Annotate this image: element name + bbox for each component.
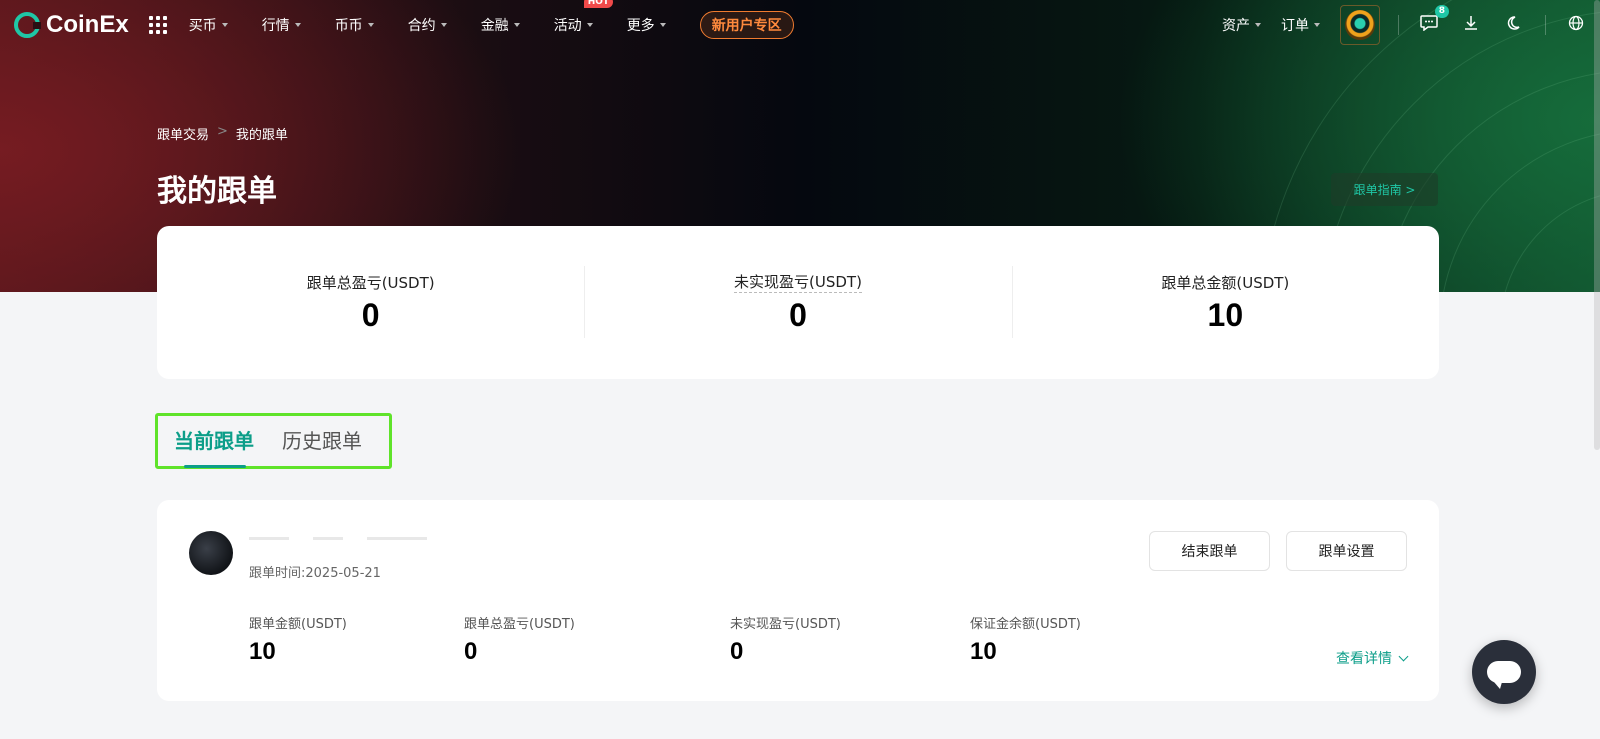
chevron-down-icon <box>1398 651 1409 661</box>
top-nav: CoinEx 买币 行情 币币 合约 金融 活动 HOT 更多 新用户专区 资产 … <box>0 0 1600 50</box>
menu-label: 活动 <box>553 18 582 34</box>
summary-label[interactable]: 未实现盈亏(USDT) <box>734 271 862 293</box>
menu-label: 金融 <box>480 18 509 34</box>
stat-copy-amount: 跟单金额(USDT) 10 <box>249 613 347 666</box>
end-copy-button[interactable]: 结束跟单 <box>1149 531 1270 571</box>
breadcrumb-my-copy-trading: 我的跟单 <box>235 128 288 143</box>
breadcrumb-separator: > <box>217 124 228 139</box>
page-scrollbar[interactable] <box>1594 0 1600 739</box>
view-details-link[interactable]: 查看详情 <box>1336 648 1409 668</box>
summary-value: 0 <box>789 297 807 333</box>
stat-label: 跟单金额(USDT) <box>249 617 347 632</box>
stat-unrealized-pnl: 未实现盈亏(USDT) 0 <box>730 613 841 666</box>
trader-avatar[interactable] <box>189 531 233 575</box>
stat-label: 跟单总盈亏(USDT) <box>464 617 575 632</box>
stat-margin-balance: 保证金余额(USDT) 10 <box>970 613 1081 666</box>
stat-label: 保证金余额(USDT) <box>970 617 1081 632</box>
moon-icon[interactable] <box>1503 15 1523 35</box>
menu-label: 更多 <box>626 18 655 34</box>
stat-value: 0 <box>730 638 744 665</box>
stat-total-pnl: 跟单总盈亏(USDT) 0 <box>464 613 575 666</box>
caret-down-icon <box>1255 23 1261 27</box>
globe-icon[interactable] <box>1566 15 1586 35</box>
menu-spot[interactable]: 币币 <box>335 15 374 35</box>
caret-down-icon <box>513 23 520 27</box>
summary-label: 跟单总盈亏(USDT) <box>306 273 435 292</box>
message-icon[interactable]: 8 <box>1419 5 1449 35</box>
caret-down-icon <box>367 23 374 27</box>
avatar <box>1345 10 1375 40</box>
stat-value: 10 <box>970 638 997 665</box>
menu-label: 买币 <box>188 18 217 34</box>
stat-label: 未实现盈亏(USDT) <box>730 617 841 632</box>
download-icon[interactable] <box>1461 15 1481 35</box>
summary-value: 10 <box>1207 296 1244 333</box>
order-tabs: 当前跟单 历史跟单 <box>155 413 392 469</box>
stat-value: 0 <box>464 638 478 665</box>
copy-start-time: 跟单时间:2025-05-21 <box>249 566 381 581</box>
caret-down-icon <box>440 23 447 27</box>
menu-label: 合约 <box>407 18 436 34</box>
summary-unrealized-pnl: 未实现盈亏(USDT) 0 <box>584 226 1011 379</box>
chat-bubble-icon <box>1487 661 1521 689</box>
caret-down-icon <box>294 23 301 27</box>
caret-down-icon <box>586 23 593 27</box>
menu-label: 行情 <box>261 18 290 34</box>
copy-trading-guide-link[interactable]: 跟单指南 > <box>1331 173 1438 206</box>
message-count-badge: 8 <box>1434 5 1449 18</box>
divider <box>1545 15 1546 35</box>
tab-history-copy-orders[interactable]: 历史跟单 <box>282 425 362 458</box>
apps-grid-icon[interactable] <box>148 16 167 34</box>
copy-settings-button[interactable]: 跟单设置 <box>1286 531 1407 571</box>
summary-label: 跟单总金额(USDT) <box>1161 273 1290 292</box>
coinex-logo[interactable]: CoinEx <box>14 11 129 39</box>
copy-order-card: 跟单时间:2025-05-21 结束跟单 跟单设置 跟单金额(USDT) 10 … <box>157 500 1439 701</box>
menu-futures[interactable]: 合约 <box>408 15 447 35</box>
support-chat-button[interactable] <box>1472 640 1536 704</box>
menu-finance[interactable]: 金融 <box>481 15 520 35</box>
page-title: 我的跟单 <box>157 174 277 209</box>
stat-value: 10 <box>249 638 276 665</box>
nav-right: 资产 订单 8 <box>1222 0 1586 50</box>
breadcrumb-copy-trading[interactable]: 跟单交易 <box>157 124 209 143</box>
menu-markets[interactable]: 行情 <box>262 15 301 35</box>
menu-more[interactable]: 更多 <box>627 15 666 35</box>
view-details-label: 查看详情 <box>1336 651 1392 667</box>
summary-total-amount: 跟单总金额(USDT) 10 <box>1011 226 1439 379</box>
coinex-logo-icon <box>14 12 41 38</box>
caret-down-icon <box>1314 23 1320 27</box>
breadcrumb: 跟单交易 > 我的跟单 <box>157 124 288 143</box>
main-menu: 买币 行情 币币 合约 金融 活动 HOT 更多 新用户专区 <box>189 0 794 39</box>
summary-total-pnl: 跟单总盈亏(USDT) 0 <box>157 226 584 379</box>
menu-assets[interactable]: 资产 <box>1222 15 1261 35</box>
trader-name-redacted <box>249 528 479 542</box>
menu-label: 币币 <box>334 18 363 34</box>
caret-down-icon <box>221 23 228 27</box>
menu-activities[interactable]: 活动 HOT <box>553 0 614 35</box>
summary-value: 0 <box>361 296 380 333</box>
menu-label: 订单 <box>1281 18 1309 34</box>
menu-buy-crypto[interactable]: 买币 <box>189 15 228 35</box>
brand-name: CoinEx <box>46 11 129 38</box>
user-avatar-button[interactable] <box>1340 5 1380 45</box>
menu-orders[interactable]: 订单 <box>1281 15 1320 35</box>
caret-down-icon <box>659 23 666 27</box>
summary-card: 跟单总盈亏(USDT) 0 未实现盈亏(USDT) 0 跟单总金额(USDT) … <box>157 226 1439 379</box>
tab-current-copy-orders[interactable]: 当前跟单 <box>174 425 254 468</box>
menu-label: 资产 <box>1222 18 1250 34</box>
new-user-zone-button[interactable]: 新用户专区 <box>699 11 794 39</box>
scrollbar-thumb[interactable] <box>1594 0 1600 450</box>
hot-badge: HOT <box>583 0 614 8</box>
divider <box>1398 15 1399 35</box>
